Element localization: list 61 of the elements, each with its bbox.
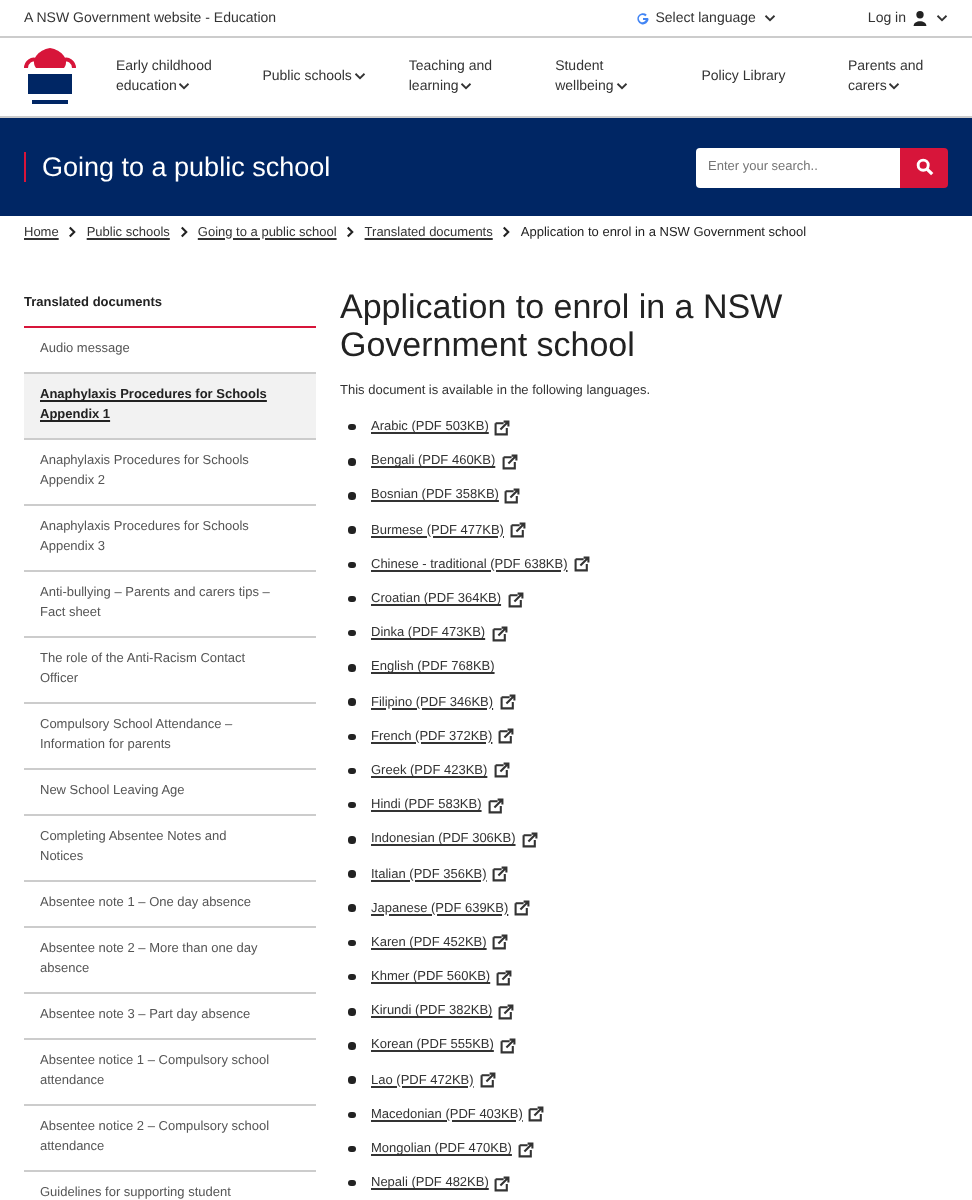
external-link-icon [496,969,513,986]
document-title: Application to enrol in a NSW Government school [340,288,785,364]
bullet [348,423,355,431]
bullet [348,1042,355,1050]
bullet [348,733,355,741]
bullet [348,801,355,809]
chevron-right-icon [68,226,77,238]
bullet [348,595,355,603]
external-link-icon [514,900,531,917]
external-link-icon [493,762,510,779]
bullet [348,1008,355,1016]
bullet [348,904,355,912]
search-button[interactable] [900,147,948,187]
external-link-icon [573,556,590,573]
bullet [348,526,355,534]
external-link-icon [498,1003,515,1020]
external-link-icon [517,1141,534,1158]
bullet [348,836,355,844]
chevron-icon [353,71,366,80]
external-link-icon [499,1037,516,1054]
bullet [348,973,355,981]
chevron-icon [178,81,191,90]
chevron-icon [460,81,473,90]
external-link-icon [491,625,508,642]
chevron-right-icon [179,226,188,238]
bullet [348,1145,355,1153]
external-link-icon [499,694,516,711]
external-link-icon [487,797,504,814]
bullet [348,870,355,878]
external-link-icon [509,522,526,539]
bullet [348,1076,355,1084]
bullet [348,629,355,637]
external-link-icon [501,453,518,470]
bullet [348,458,355,466]
external-link-icon [479,1072,496,1089]
external-link-icon [494,1175,511,1192]
external-link-icon [494,419,511,436]
external-link-icon [507,591,524,608]
chevron-icon [763,14,776,22]
external-link-icon [492,934,509,951]
bullet [348,492,355,500]
external-link-icon [528,1106,545,1123]
external-link-icon [492,866,509,883]
bullet [348,939,355,947]
bullet [348,561,355,569]
chevron-right-icon [502,226,511,238]
bullet [348,1111,355,1119]
external-link-icon [498,728,515,745]
external-link-icon [504,487,521,504]
user-icon [912,10,928,26]
bullet [348,767,355,775]
search-icon [915,158,933,176]
chevron-icon [615,81,628,90]
google-icon [635,11,650,25]
bullet [348,1179,355,1187]
bullet [348,664,355,672]
chevron-right-icon [346,226,355,238]
external-link-icon [521,831,538,848]
bullet [348,698,355,706]
chevron-icon [936,14,948,22]
chevron-icon [888,81,901,90]
